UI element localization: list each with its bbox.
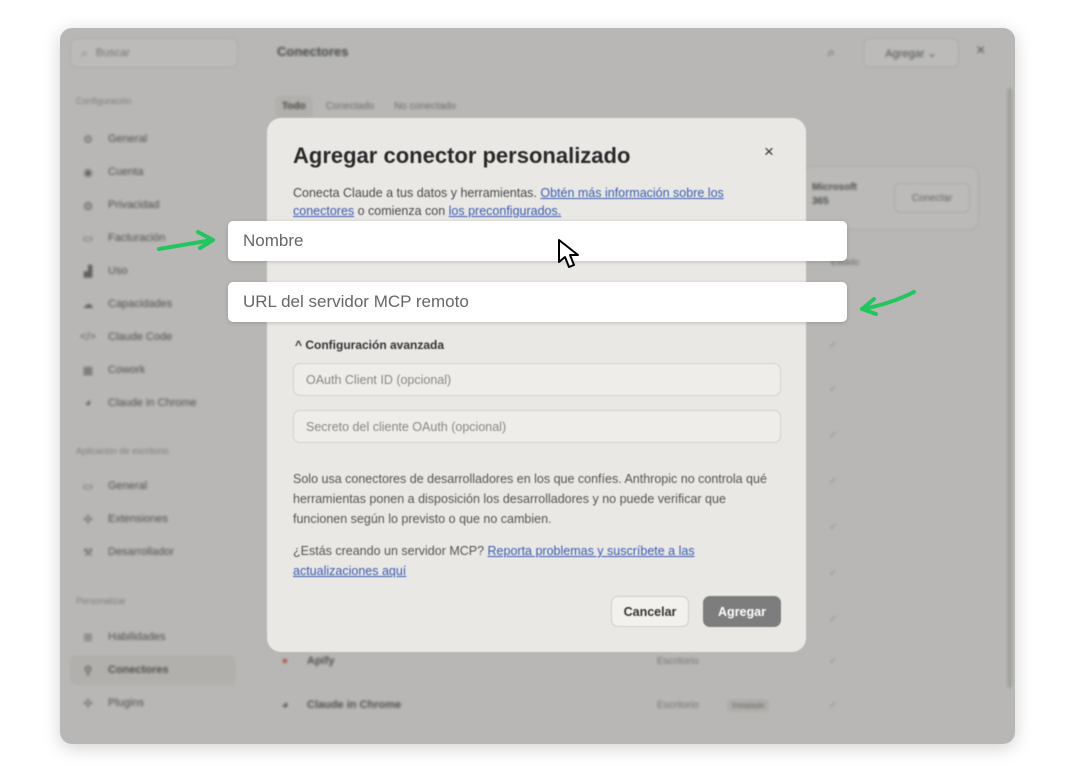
note-prefix: ¿Estás creando un servidor MCP? [293, 544, 488, 558]
advanced-config-toggle[interactable]: ^ Configuración avanzada [295, 338, 444, 352]
mcp-server-url-field[interactable]: URL del servidor MCP remoto [228, 282, 847, 322]
dialog-title: Agregar conector personalizado [293, 143, 631, 168]
desc-text: o comienza con [354, 204, 449, 218]
arrow-pointer-icon [860, 290, 916, 316]
mouse-cursor-icon [558, 239, 579, 268]
name-field[interactable]: Nombre [228, 221, 847, 261]
add-button[interactable]: Agregar [703, 596, 781, 627]
trust-warning-text: Solo usa conectores de desarrolladores e… [293, 472, 767, 526]
close-icon[interactable]: × [764, 142, 774, 162]
mcp-feedback-text: ¿Estás creando un servidor MCP? Reporta … [293, 541, 783, 581]
arrow-pointer-icon [157, 230, 215, 251]
oauth-secret-field[interactable]: Secreto del cliente OAuth (opcional) [293, 410, 781, 443]
cancel-button[interactable]: Cancelar [611, 596, 689, 627]
oauth-client-id-field[interactable]: OAuth Client ID (opcional) [293, 363, 781, 396]
preconfigured-link[interactable]: los preconfigurados. [449, 204, 562, 218]
dialog-description: Conecta Claude a tus datos y herramienta… [293, 184, 783, 220]
desc-text: Conecta Claude a tus datos y herramienta… [293, 186, 541, 200]
add-custom-connector-dialog: Agregar conector personalizado × Conecta… [267, 118, 806, 652]
